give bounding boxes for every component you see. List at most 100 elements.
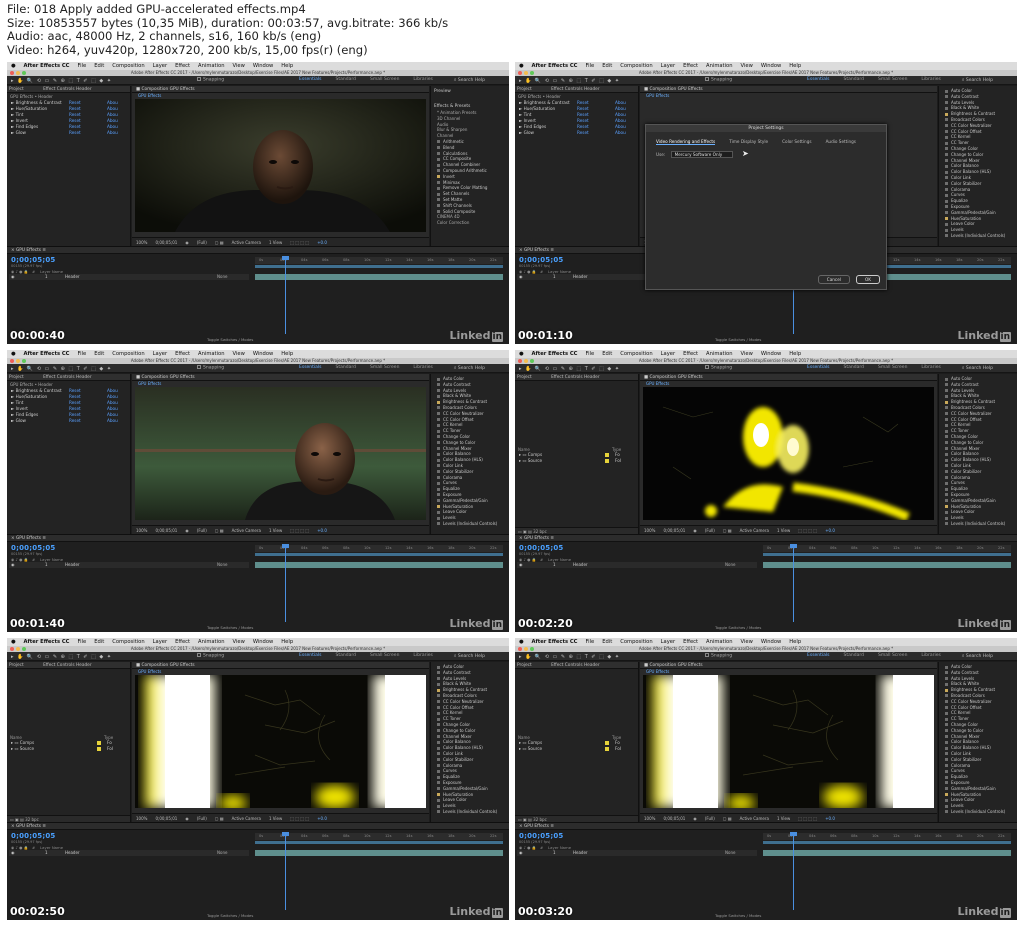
composition-tab[interactable]: ■ Composition GPU Effects <box>640 86 937 93</box>
parent-select[interactable]: None <box>217 850 227 856</box>
menu-item[interactable]: Layer <box>661 638 675 646</box>
project-item[interactable]: ▸ ▭ Source Fol <box>515 458 638 464</box>
workspace-tab[interactable]: Essentials <box>807 365 830 370</box>
video-preview[interactable] <box>135 675 426 808</box>
dialog-tab[interactable]: Time Display Style <box>729 139 768 145</box>
work-area-bar[interactable] <box>255 553 503 556</box>
project-item[interactable]: ▸ ▭ Source Fol <box>515 746 638 752</box>
menu-item[interactable]: Composition <box>112 62 144 70</box>
toggle-switches-modes[interactable]: Toggle Switches / Modes <box>715 913 761 918</box>
workspace-tab[interactable]: Standard <box>844 653 864 658</box>
camera-select[interactable]: Active Camera <box>232 528 261 533</box>
video-preview[interactable] <box>643 387 934 520</box>
workspace-tab[interactable]: Small Screen <box>878 365 907 370</box>
reset-link[interactable]: Reset <box>69 418 107 424</box>
menu-item[interactable]: Composition <box>620 638 652 646</box>
camera-icon[interactable]: ◉ <box>185 816 189 821</box>
menu-item[interactable]: Edit <box>94 62 104 70</box>
menu-item[interactable]: View <box>741 638 753 646</box>
menu-item[interactable]: Edit <box>602 350 612 358</box>
effect-item[interactable]: Levels (Individual Controls) <box>945 521 1017 527</box>
menu-item[interactable]: File <box>586 638 595 646</box>
time-ruler[interactable]: 0s02s04s06s08s10s12s14s16s18s20s22s <box>763 833 1011 840</box>
menu-item[interactable]: Window <box>253 638 273 646</box>
menu-item[interactable]: View <box>233 638 245 646</box>
workspace-tab[interactable]: Small Screen <box>878 77 907 82</box>
menu-item[interactable]: Layer <box>661 350 675 358</box>
magnification-select[interactable]: 100% <box>136 816 147 821</box>
menu-item[interactable]: Edit <box>602 638 612 646</box>
dialog-tab[interactable]: Audio Settings <box>826 139 856 145</box>
tool-icons[interactable]: ▸ ✋ 🔍 ⟲ ▭ ✎ ⊕ ⬚ T ✐ ⬚ ◆ ✦ <box>519 366 620 372</box>
menu-item[interactable]: Composition <box>112 350 144 358</box>
effect-row[interactable]: ► Glow Reset Abou <box>515 130 638 136</box>
workspace-tab[interactable]: Essentials <box>299 365 322 370</box>
work-area-bar[interactable] <box>255 265 503 268</box>
composition-tab[interactable]: ■ Composition GPU Effects <box>640 662 937 669</box>
layer-duration-bar[interactable] <box>255 562 503 568</box>
visibility-icon[interactable]: ◉ <box>519 562 523 568</box>
menu-item[interactable]: Layer <box>153 350 167 358</box>
workspace-tab[interactable]: Libraries <box>921 77 940 82</box>
menu-item[interactable]: Animation <box>198 350 224 358</box>
workspace-tab[interactable]: Standard <box>844 365 864 370</box>
menu-item[interactable]: Composition <box>620 350 652 358</box>
app-name[interactable]: After Effects CC <box>532 638 578 646</box>
timeline-timecode[interactable]: 0;00;05;05 <box>519 832 564 840</box>
toggle-switches-modes[interactable]: Toggle Switches / Modes <box>715 625 761 630</box>
apple-icon[interactable]: ● <box>11 62 16 70</box>
resolution-select[interactable]: (Full) <box>197 528 207 533</box>
apple-icon[interactable]: ● <box>11 638 16 646</box>
tab-project[interactable]: Project <box>517 375 532 380</box>
about-link[interactable]: Abou <box>615 130 626 136</box>
toggle-switches-modes[interactable]: Toggle Switches / Modes <box>715 337 761 342</box>
tool-icons[interactable]: ▸ ✋ 🔍 ⟲ ▭ ✎ ⊕ ⬚ T ✐ ⬚ ◆ ✦ <box>519 654 620 660</box>
tab-effect-controls[interactable]: Effect Controls Header <box>43 87 92 92</box>
viewer-options-icon[interactable]: ⬚ ⬚ ⬚ ⬚ <box>290 816 309 821</box>
resolution-select[interactable]: (Full) <box>705 528 715 533</box>
apple-icon[interactable]: ● <box>11 350 16 358</box>
timeline-tab[interactable]: × GPU Effects ≡ <box>7 247 509 254</box>
video-preview[interactable] <box>643 675 934 808</box>
workspace-tab[interactable]: Small Screen <box>370 365 399 370</box>
tab-effect-controls[interactable]: Effect Controls Header <box>551 87 600 92</box>
menu-item[interactable]: File <box>78 638 87 646</box>
tool-icons[interactable]: ▸ ✋ 🔍 ⟲ ▭ ✎ ⊕ ⬚ T ✐ ⬚ ◆ ✦ <box>11 654 112 660</box>
viewer-options-icon[interactable]: ⬚ ⬚ ⬚ ⬚ <box>290 528 309 533</box>
views-select[interactable]: 1 View <box>777 528 790 533</box>
playhead[interactable] <box>282 544 289 622</box>
tool-icons[interactable]: ▸ ✋ 🔍 ⟲ ▭ ✎ ⊕ ⬚ T ✐ ⬚ ◆ ✦ <box>11 366 112 372</box>
resolution-select[interactable]: (Full) <box>705 816 715 821</box>
menu-item[interactable]: Help <box>789 350 801 358</box>
parent-select[interactable]: None <box>217 274 227 280</box>
parent-select[interactable]: None <box>725 562 735 568</box>
camera-icon[interactable]: ◉ <box>185 240 189 245</box>
region-icon[interactable]: ▢ ▦ <box>215 240 224 245</box>
menu-item[interactable]: View <box>233 62 245 70</box>
menu-item[interactable]: Animation <box>198 62 224 70</box>
tab-project[interactable]: Project <box>517 663 532 668</box>
workspace-tab[interactable]: Small Screen <box>370 653 399 658</box>
camera-select[interactable]: Active Camera <box>740 816 769 821</box>
camera-icon[interactable]: ◉ <box>693 528 697 533</box>
snapping-toggle[interactable]: Snapping <box>197 365 224 371</box>
menu-item[interactable]: Effect <box>683 350 698 358</box>
menu-item[interactable]: Layer <box>661 62 675 70</box>
timeline-layer[interactable]: ◉ 1 Header None <box>9 850 249 856</box>
menu-item[interactable]: Edit <box>602 62 612 70</box>
camera-icon[interactable]: ◉ <box>185 528 189 533</box>
menu-item[interactable]: Animation <box>706 350 732 358</box>
viewer-timecode[interactable]: 0;00;05;01 <box>663 528 685 533</box>
menu-item[interactable]: Help <box>789 62 801 70</box>
dialog-tab[interactable]: Video Rendering and Effects <box>656 139 716 145</box>
timeline-layer[interactable]: ◉ 1 Header None <box>517 850 757 856</box>
cancel-button[interactable]: Cancel <box>817 275 850 284</box>
workspace-tab[interactable]: Small Screen <box>878 653 907 658</box>
exposure-value[interactable]: +0.0 <box>825 528 835 533</box>
app-name[interactable]: After Effects CC <box>532 62 578 70</box>
workspace-tab[interactable]: Libraries <box>921 365 940 370</box>
apple-icon[interactable]: ● <box>519 62 524 70</box>
timeline-tab[interactable]: × GPU Effects ≡ <box>515 535 1017 542</box>
workspace-tab[interactable]: Standard <box>336 365 356 370</box>
timeline-layer[interactable]: ◉ 1 Header None <box>9 274 249 280</box>
